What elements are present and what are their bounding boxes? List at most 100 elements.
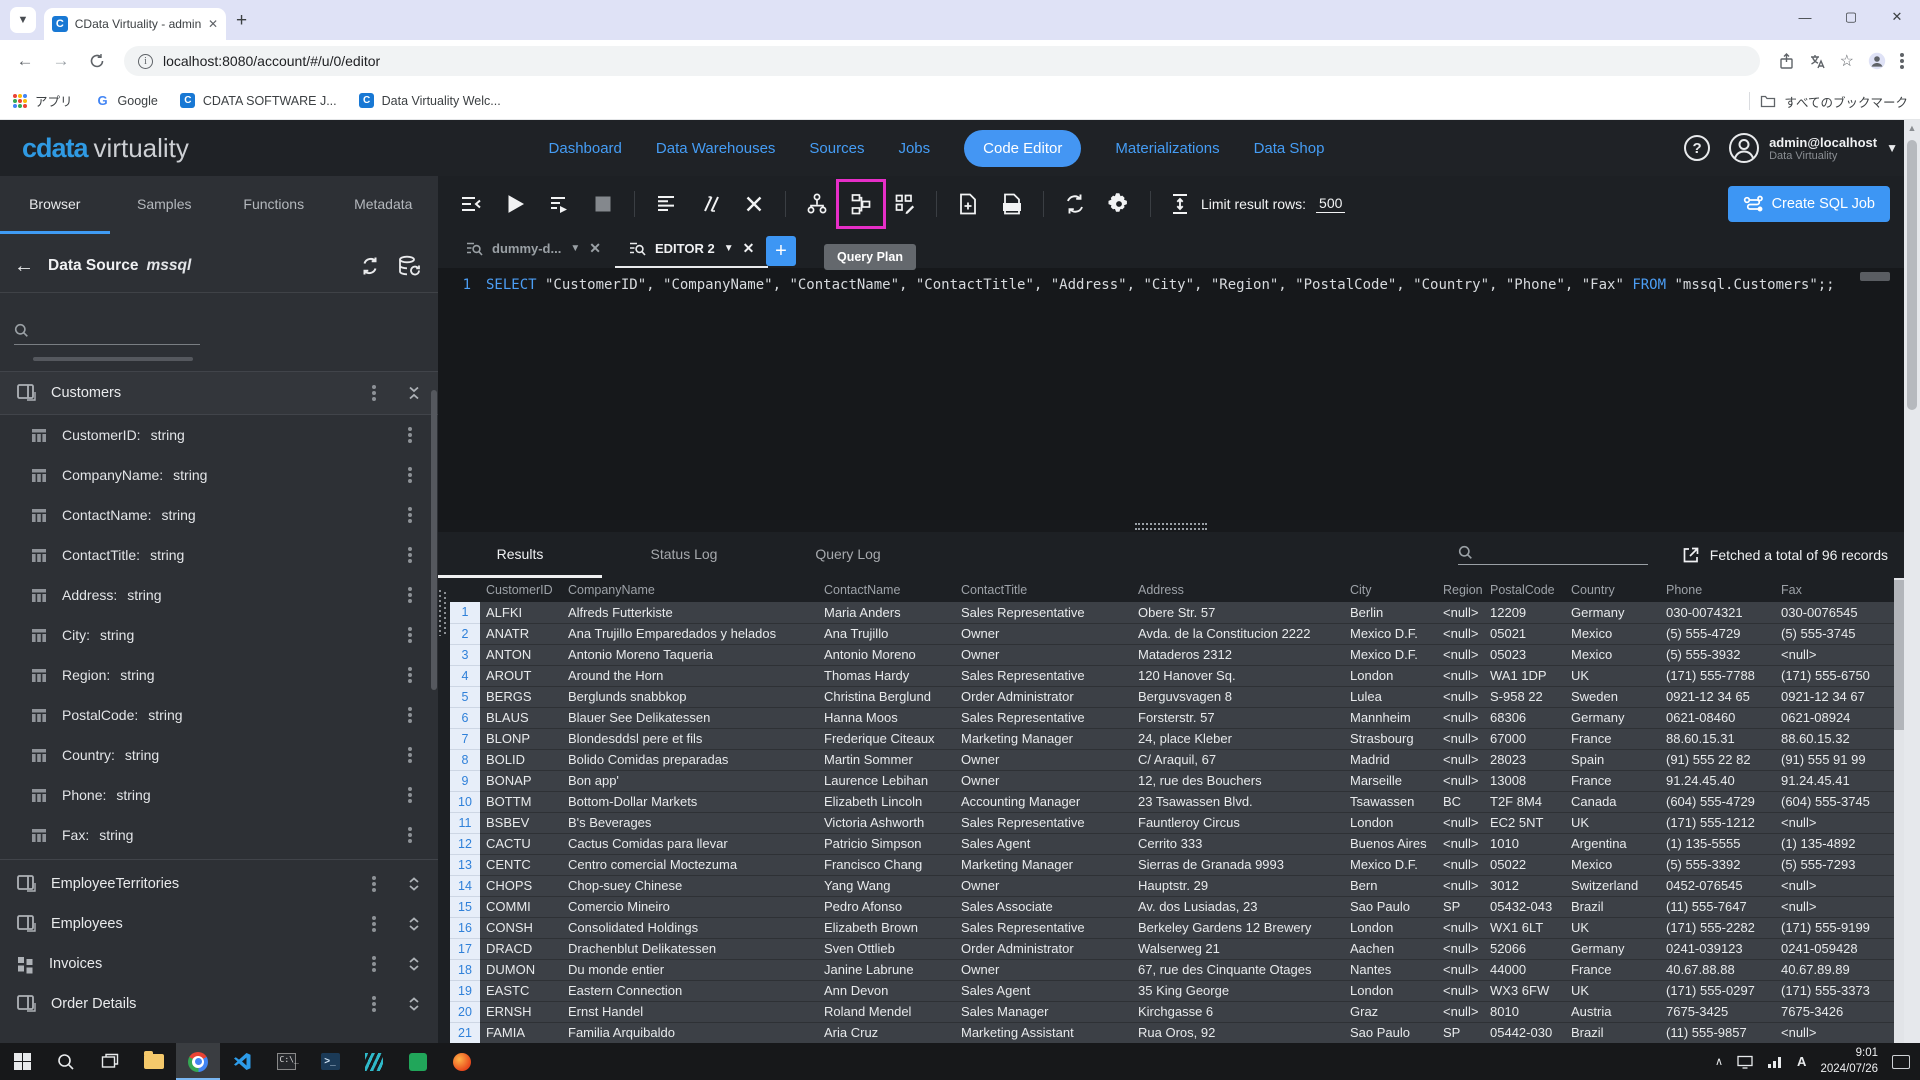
table-cell[interactable]: 40.67.89.89 (1775, 959, 1895, 981)
network-icon[interactable] (1767, 1055, 1783, 1068)
table-cell[interactable]: Cactus Comidas para llevar (562, 833, 818, 855)
sidebar-tab[interactable]: Samples (110, 176, 220, 234)
collapse-icon[interactable] (406, 385, 422, 401)
table-cell[interactable]: (5) 555-3392 (1660, 854, 1775, 876)
bookmark-item[interactable]: アプリ (12, 91, 73, 110)
table-cell[interactable]: Sales Agent (955, 980, 1132, 1002)
table-row[interactable]: 9 BONAP Bon app' Laurence Lebihan Owner 12, r… (450, 770, 1895, 792)
kebab-menu-icon[interactable] (408, 433, 412, 437)
table-cell[interactable]: 8010 (1484, 1001, 1565, 1023)
table-cell[interactable]: 0241-039123 (1660, 938, 1775, 960)
clear-editor-icon[interactable] (735, 185, 773, 223)
table-cell[interactable]: France (1565, 959, 1660, 981)
table-cell[interactable]: 91.24.45.41 (1775, 770, 1895, 792)
table-cell[interactable]: London (1344, 980, 1437, 1002)
table-row[interactable]: 6 BLAUS Blauer See Delikatessen Hanna Moos S… (450, 707, 1895, 729)
column-header[interactable]: Fax (1775, 578, 1895, 602)
field-row[interactable]: Phone: string (0, 775, 438, 815)
table-cell[interactable]: Du monde entier (562, 959, 818, 981)
table-cell[interactable]: Madrid (1344, 749, 1437, 771)
table-cell[interactable]: <null> (1775, 812, 1895, 834)
sidebar-search-input[interactable] (14, 323, 200, 345)
field-row[interactable]: ContactTitle: string (0, 535, 438, 575)
table-cell[interactable]: Alfreds Futterkiste (562, 602, 818, 624)
column-header[interactable]: ContactTitle (955, 578, 1132, 602)
table-cell[interactable]: 12, rue des Bouchers (1132, 770, 1344, 792)
nav-item[interactable]: Jobs (898, 140, 930, 157)
table-cell[interactable]: Maria Anders (818, 602, 955, 624)
table-cell[interactable]: <null> (1437, 623, 1484, 645)
column-header[interactable]: Country (1565, 578, 1660, 602)
table-cell[interactable]: Tsawassen (1344, 791, 1437, 813)
expand-icon[interactable] (406, 996, 422, 1012)
table-cell[interactable]: Marseille (1344, 770, 1437, 792)
table-cell[interactable]: Owner (955, 959, 1132, 981)
table-cell[interactable]: Nantes (1344, 959, 1437, 981)
table-cell[interactable]: EC2 5NT (1484, 812, 1565, 834)
table-cell[interactable]: UK (1565, 917, 1660, 939)
table-cell[interactable]: Marketing Assistant (955, 1022, 1132, 1043)
sidebar-tab[interactable]: Functions (219, 176, 329, 234)
help-icon[interactable]: ? (1684, 135, 1711, 161)
table-cell[interactable]: UK (1565, 980, 1660, 1002)
table-cell[interactable]: B's Beverages (562, 812, 818, 834)
nav-item[interactable]: Sources (809, 140, 864, 157)
tree-hscrollbar[interactable] (33, 357, 193, 361)
table-cell[interactable]: Sales Representative (955, 665, 1132, 687)
table-cell[interactable]: Sales Agent (955, 833, 1132, 855)
nav-item[interactable]: Dashboard (549, 140, 622, 157)
table-cell[interactable]: Bolido Comidas preparadas (562, 749, 818, 771)
sidebar-tab[interactable]: Metadata (329, 176, 439, 234)
table-cell[interactable]: Sierras de Granada 9993 (1132, 854, 1344, 876)
user-menu[interactable]: admin@localhost Data Virtuality ▼ (1728, 132, 1898, 164)
sql-statement[interactable]: SELECT "CustomerID", "CompanyName", "Con… (486, 277, 1835, 520)
expand-icon[interactable] (406, 956, 422, 972)
table-cell[interactable]: Antonio Moreno (818, 644, 955, 666)
expand-icon[interactable] (406, 916, 422, 932)
table-cell[interactable]: Drachenblut Delikatessen (562, 938, 818, 960)
orange-app-button[interactable] (440, 1043, 484, 1080)
table-cell[interactable]: France (1565, 770, 1660, 792)
table-cell[interactable]: Hanna Moos (818, 707, 955, 729)
taskbar-clock[interactable]: 9:01 2024/07/26 (1820, 1046, 1878, 1077)
query-plan-icon[interactable] (836, 179, 886, 229)
table-cell[interactable]: (171) 555-0297 (1660, 980, 1775, 1002)
table-cell[interactable]: <null> (1437, 749, 1484, 771)
back-arrow-icon[interactable]: ← (14, 255, 34, 278)
create-sql-job-button[interactable]: Create SQL Job (1727, 186, 1890, 222)
table-node-customers[interactable]: Customers (0, 371, 438, 415)
table-cell[interactable]: Sales Manager (955, 1001, 1132, 1023)
table-cell[interactable]: BONAP (480, 770, 562, 792)
table-cell[interactable]: Av. dos Lusiadas, 23 (1132, 896, 1344, 918)
find-replace-icon[interactable] (1056, 185, 1094, 223)
table-cell[interactable]: WX1 6LT (1484, 917, 1565, 939)
table-cell[interactable]: Marketing Manager (955, 854, 1132, 876)
table-cell[interactable]: Owner (955, 875, 1132, 897)
translate-icon[interactable] (1809, 53, 1826, 70)
bookmark-item[interactable]: CDATA SOFTWARE J... (180, 93, 337, 109)
back-button[interactable]: ← (10, 46, 40, 76)
nav-item[interactable]: Data Shop (1254, 140, 1325, 157)
table-cell[interactable]: Hauptstr. 29 (1132, 875, 1344, 897)
table-cell[interactable]: <null> (1437, 875, 1484, 897)
table-cell[interactable]: Ernst Handel (562, 1001, 818, 1023)
nav-item[interactable]: Data Warehouses (656, 140, 776, 157)
table-row[interactable]: 12 CACTU Cactus Comidas para llevar Patrici… (450, 833, 1895, 855)
kebab-menu-icon[interactable] (372, 882, 376, 886)
table-cell[interactable]: <null> (1775, 1022, 1895, 1043)
expand-icon[interactable] (406, 876, 422, 892)
table-cell[interactable]: 67000 (1484, 728, 1565, 750)
chrome-taskbar-button[interactable] (176, 1043, 220, 1080)
table-cell[interactable]: Sweden (1565, 686, 1660, 708)
table-cell[interactable]: Sales Representative (955, 707, 1132, 729)
table-cell[interactable]: (11) 555-7647 (1660, 896, 1775, 918)
table-cell[interactable]: 0621-08460 (1660, 707, 1775, 729)
column-header[interactable]: CustomerID (480, 578, 562, 602)
table-row[interactable]: 1 ALFKI Alfreds Futterkiste Maria Anders Sal… (450, 602, 1895, 624)
tab-close-icon[interactable]: ✕ (589, 240, 601, 257)
action-center-icon[interactable] (1892, 1054, 1910, 1069)
kebab-menu-icon[interactable] (408, 553, 412, 557)
table-cell[interactable]: Owner (955, 770, 1132, 792)
table-cell[interactable]: Accounting Manager (955, 791, 1132, 813)
table-row[interactable]: 11 BSBEV B's Beverages Victoria Ashworth Sal… (450, 812, 1895, 834)
